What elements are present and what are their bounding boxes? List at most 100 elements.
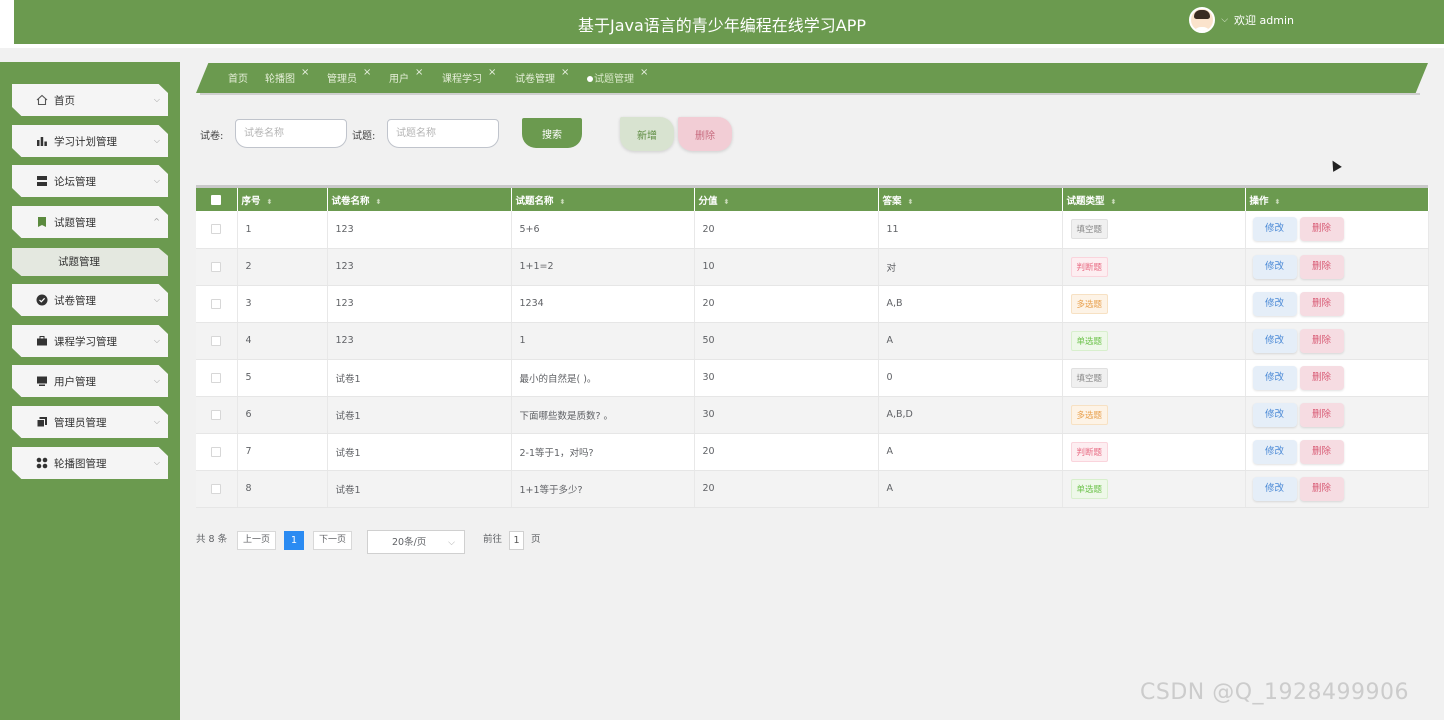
close-icon[interactable]: ×: [363, 67, 371, 78]
close-icon[interactable]: ×: [488, 67, 496, 78]
column-header-type[interactable]: 试题类型 ⬍: [1062, 188, 1246, 211]
sidebar-item-label: 轮播图管理: [54, 457, 107, 470]
column-header-score[interactable]: 分值 ⬍: [694, 188, 879, 211]
delete-button[interactable]: 删除: [1299, 439, 1344, 464]
tab-3[interactable]: 用户 ×: [389, 67, 423, 85]
cell-score: 10: [694, 248, 879, 286]
column-header-question[interactable]: 试题名称 ⬍: [511, 188, 695, 211]
delete-button[interactable]: 删除: [1299, 254, 1344, 279]
delete-button[interactable]: 删除: [1299, 328, 1344, 353]
column-header-answer[interactable]: 答案 ⬍: [878, 188, 1063, 211]
cell-answer: 对: [878, 248, 1063, 286]
cell-answer: A,B: [878, 285, 1063, 323]
tab-4[interactable]: 课程学习 ×: [442, 67, 496, 85]
edit-button[interactable]: 修改: [1252, 328, 1297, 353]
user-menu[interactable]: ⌵ 欢迎 admin: [1189, 7, 1294, 33]
tab-2[interactable]: 管理员 ×: [327, 67, 371, 85]
delete-button[interactable]: 删除: [1299, 365, 1344, 390]
sidebar-item-6[interactable]: 用户管理 ⌵: [12, 365, 168, 397]
avatar[interactable]: [1189, 7, 1216, 33]
select-all-checkbox[interactable]: [211, 194, 222, 205]
row-checkbox[interactable]: [211, 372, 222, 383]
column-header-actions: 操作 ⬍: [1245, 188, 1429, 211]
goto-page-input[interactable]: 1: [509, 531, 524, 550]
sidebar-item-4[interactable]: 试卷管理 ⌵: [12, 284, 168, 316]
edit-button[interactable]: 修改: [1252, 217, 1297, 242]
row-select-cell: [196, 359, 238, 397]
question-search-input[interactable]: [387, 119, 499, 148]
cell-no: 7: [237, 433, 328, 471]
close-icon[interactable]: ×: [301, 67, 309, 78]
question-type-badge: 判断题: [1070, 441, 1109, 462]
page-size-select[interactable]: 20条/页 ⌵: [367, 530, 465, 554]
tab-label: 首页: [228, 74, 248, 85]
question-table: 序号 ⬍ 试卷名称 ⬍ 试题名称 ⬍ 分值 ⬍ 答案 ⬍ 试题类型 ⬍ 操作 ⬍ 1 123 5+…: [196, 185, 1429, 508]
delete-button[interactable]: 删除: [1299, 402, 1344, 427]
cell-actions: 修改 删除: [1245, 285, 1429, 323]
cell-paper: 试卷1: [327, 470, 512, 508]
delete-button[interactable]: 删除: [1299, 476, 1344, 501]
sidebar-subitem-question-manage[interactable]: 试题管理: [12, 248, 168, 276]
table-row: 8 试卷1 1+1等于多少? 20 A 单选题 修改 删除: [196, 470, 1429, 508]
sidebar-item-7[interactable]: 管理员管理 ⌵: [12, 406, 168, 438]
edit-button[interactable]: 修改: [1252, 402, 1297, 427]
tab-bar-shadow: [200, 93, 1420, 95]
sidebar-item-1[interactable]: 学习计划管理 ⌵: [12, 125, 168, 157]
row-checkbox[interactable]: [211, 409, 222, 420]
row-checkbox[interactable]: [211, 483, 222, 494]
next-page-button[interactable]: 下一页: [313, 531, 352, 550]
chevron-down-icon: ⌵: [153, 336, 160, 345]
sidebar-item-5[interactable]: 课程学习管理 ⌵: [12, 325, 168, 357]
sidebar-item-2[interactable]: 论坛管理 ⌵: [12, 165, 168, 197]
tab-1[interactable]: 轮播图 ×: [265, 67, 309, 85]
select-all-cell: [196, 188, 238, 211]
row-checkbox[interactable]: [211, 298, 222, 309]
row-select-cell: [196, 433, 238, 471]
cell-answer: A: [878, 322, 1063, 360]
home-icon: [36, 94, 48, 106]
sidebar-item-label: 用户管理: [54, 375, 96, 388]
tab-0[interactable]: 首页: [228, 70, 248, 85]
mouse-cursor-icon: [1328, 158, 1342, 172]
close-icon[interactable]: ×: [561, 67, 569, 78]
copy-icon: [36, 416, 48, 428]
page-number-current[interactable]: 1: [284, 531, 304, 550]
column-header-paper[interactable]: 试卷名称 ⬍: [327, 188, 512, 211]
tab-5[interactable]: 试卷管理 ×: [515, 67, 569, 85]
edit-button[interactable]: 修改: [1252, 439, 1297, 464]
delete-button[interactable]: 删除: [1299, 217, 1344, 242]
sidebar-item-0[interactable]: 首页 ⌵: [12, 84, 168, 116]
sidebar-item-label: 试题管理: [54, 216, 96, 229]
row-checkbox[interactable]: [211, 224, 222, 235]
row-checkbox[interactable]: [211, 335, 222, 346]
question-type-badge: 多选题: [1070, 293, 1109, 314]
cell-type: 单选题: [1062, 322, 1246, 360]
sort-icon: ⬍: [266, 197, 273, 206]
tab-label: 用户: [389, 74, 409, 85]
edit-button[interactable]: 修改: [1252, 254, 1297, 279]
paper-search-input[interactable]: [235, 119, 347, 148]
cell-question: 1: [511, 322, 695, 360]
cell-paper: 试卷1: [327, 396, 512, 434]
add-button[interactable]: 新增: [620, 117, 674, 151]
batch-delete-button[interactable]: 删除: [678, 117, 732, 151]
sidebar-item-8[interactable]: 轮播图管理 ⌵: [12, 447, 168, 479]
sidebar-item-3[interactable]: 试题管理 ^: [12, 206, 168, 238]
close-icon[interactable]: ×: [640, 67, 648, 78]
tab-6[interactable]: 试题管理 ×: [587, 67, 648, 85]
sidebar-item-label: 管理员管理: [54, 416, 107, 429]
edit-button[interactable]: 修改: [1252, 365, 1297, 390]
question-type-badge: 多选题: [1070, 404, 1109, 425]
edit-button[interactable]: 修改: [1252, 476, 1297, 501]
cell-type: 判断题: [1062, 248, 1246, 286]
monitor-icon-graphic: [37, 376, 47, 386]
cell-actions: 修改 删除: [1245, 211, 1429, 249]
delete-button[interactable]: 删除: [1299, 291, 1344, 316]
close-icon[interactable]: ×: [415, 67, 423, 78]
row-checkbox[interactable]: [211, 261, 222, 272]
search-button[interactable]: 搜索: [522, 118, 582, 148]
row-checkbox[interactable]: [211, 446, 222, 457]
prev-page-button[interactable]: 上一页: [237, 531, 276, 550]
edit-button[interactable]: 修改: [1252, 291, 1297, 316]
column-header-no[interactable]: 序号 ⬍: [237, 188, 328, 211]
